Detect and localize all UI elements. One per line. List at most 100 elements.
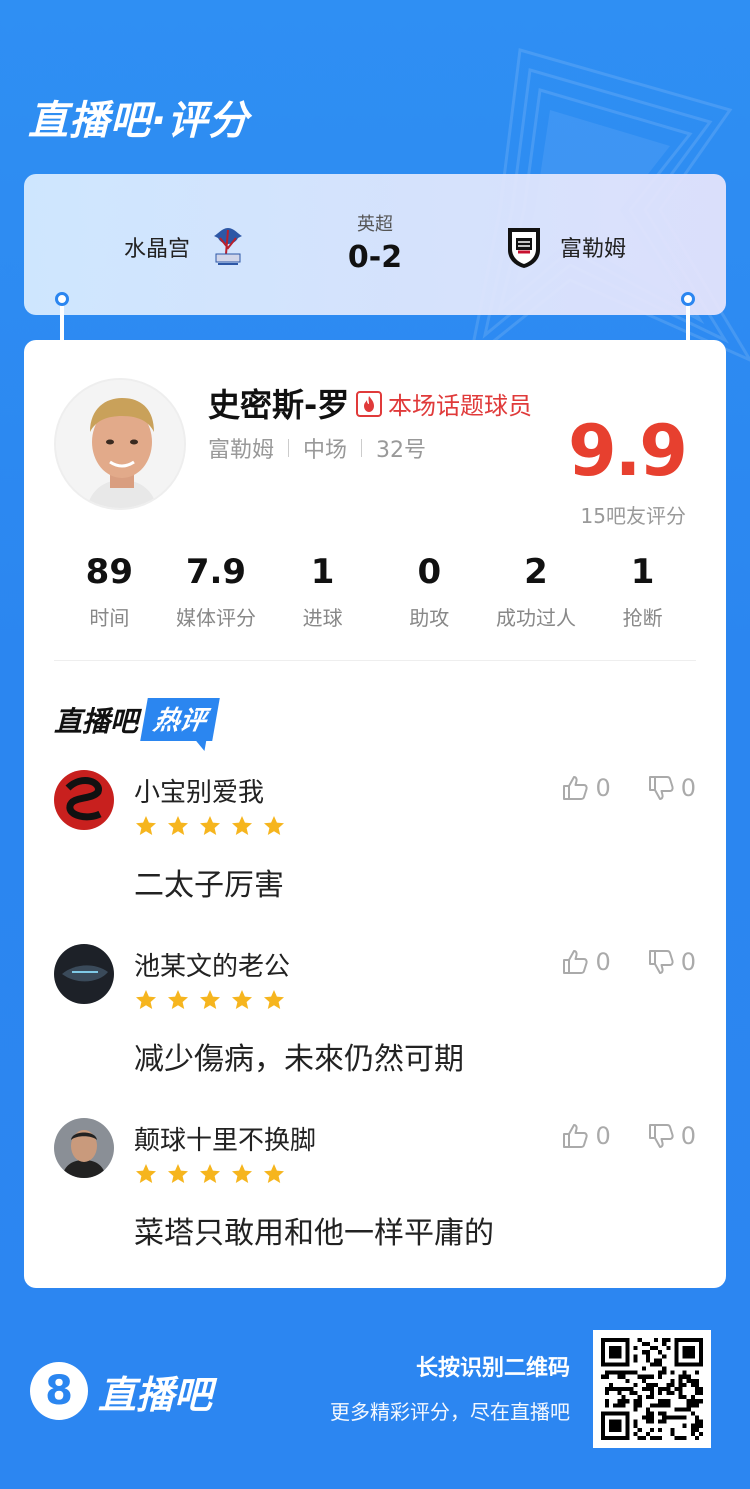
- thumb-up-icon: [563, 1124, 589, 1148]
- stat-item: 89 时间: [56, 552, 163, 631]
- fulham-crest-icon: [508, 228, 540, 268]
- stat-label: 媒体评分: [175, 606, 256, 630]
- commenter-avatar[interactable]: [54, 770, 114, 830]
- commenter-name[interactable]: 颠球十里不换脚: [134, 1120, 316, 1157]
- stat-label: 助攻: [409, 606, 450, 630]
- promo-text: 更多精彩评分，尽在直播吧: [330, 1400, 570, 1424]
- away-team: 富勒姆: [504, 224, 626, 270]
- star-icon: [264, 990, 284, 1009]
- topic-badge-label: 本场话题球员: [388, 392, 532, 420]
- like-count: 0: [595, 1122, 611, 1150]
- star-icon: [200, 990, 220, 1009]
- dislike-count: 0: [680, 948, 696, 976]
- qr-code[interactable]: [593, 1330, 711, 1448]
- comment-stars: [134, 814, 286, 838]
- star-icon: [200, 816, 220, 835]
- avatar-image-icon: [54, 770, 114, 830]
- fire-icon: [356, 390, 382, 417]
- comment-actions: 0 0: [561, 948, 696, 976]
- like-button[interactable]: 0: [561, 774, 611, 802]
- thumb-down-icon: [648, 1124, 674, 1148]
- comment-text: 减少傷病，未來仍然可期: [134, 1042, 464, 1077]
- away-team-name: 富勒姆: [560, 237, 627, 262]
- section-divider: [54, 660, 696, 661]
- stat-item: 7.9 媒体评分: [163, 552, 270, 631]
- thumb-up-icon: [563, 950, 589, 974]
- stat-label: 进球: [302, 606, 343, 630]
- match-card: 水晶宫 英超 0-2 富勒姆: [24, 174, 726, 315]
- hot-comments-title: 直播吧: [54, 704, 139, 738]
- hot-comments-tag: 热评: [140, 698, 220, 741]
- qr-code-icon: [601, 1338, 703, 1440]
- star-icon: [136, 990, 156, 1009]
- stat-label: 成功过人: [495, 606, 576, 630]
- connector-dot: [681, 292, 695, 306]
- dislike-button[interactable]: 0: [647, 1122, 696, 1150]
- thumb-up-icon: [563, 776, 589, 800]
- star-icon: [232, 816, 252, 835]
- comment-text: 菜塔只敢用和他一样平庸的: [134, 1216, 494, 1251]
- commenter-name[interactable]: 池某文的老公: [134, 946, 290, 983]
- avatar-image-icon: [54, 1118, 114, 1178]
- stat-value: 1: [630, 552, 655, 592]
- dislike-button[interactable]: 0: [647, 948, 696, 976]
- player-photo-icon: [56, 380, 184, 508]
- player-team: 富勒姆: [208, 438, 275, 463]
- comment-text: 二太子厉害: [134, 868, 284, 903]
- dislike-button[interactable]: 0: [647, 774, 696, 802]
- star-icon: [264, 1164, 284, 1183]
- stat-value: 1: [310, 552, 335, 592]
- star-icon: [136, 1164, 156, 1183]
- dislike-count: 0: [680, 774, 696, 802]
- star-icon: [232, 990, 252, 1009]
- star-icon: [232, 1164, 252, 1183]
- stat-label: 时间: [89, 606, 130, 630]
- stat-label: 抢断: [622, 606, 663, 630]
- footer-brand-logo: 8 直播吧: [30, 1362, 212, 1420]
- star-icon: [168, 1164, 188, 1183]
- avatar-image-icon: [54, 944, 114, 1004]
- like-count: 0: [595, 774, 611, 802]
- star-icon: [136, 816, 156, 835]
- fan-rating: 9.9: [567, 410, 688, 492]
- like-button[interactable]: 0: [561, 948, 611, 976]
- stat-item: 1 进球: [269, 552, 376, 631]
- connector-dot: [55, 292, 69, 306]
- player-rating-card: 史密斯-罗 本场话题球员 富勒姆 中场 32号 9.9 15吧友评分 89 时间…: [24, 340, 726, 1288]
- comment-stars: [134, 1162, 286, 1186]
- dislike-count: 0: [680, 1122, 696, 1150]
- like-button[interactable]: 0: [561, 1122, 611, 1150]
- comment-actions: 0 0: [561, 1122, 696, 1150]
- stat-item: 0 助攻: [376, 552, 483, 631]
- player-name: 史密斯-罗: [208, 386, 350, 424]
- brand-mark-icon: 8: [30, 1362, 88, 1420]
- footer-promo: 长按识别二维码 更多精彩评分，尽在直播吧: [330, 1350, 570, 1425]
- qr-hint: 长按识别二维码: [415, 1356, 570, 1381]
- stat-item: 2 成功过人: [483, 552, 590, 631]
- like-count: 0: [595, 948, 611, 976]
- commenter-avatar[interactable]: [54, 1118, 114, 1178]
- meta-divider: [288, 439, 290, 457]
- star-icon: [264, 816, 284, 835]
- star-icon: [168, 816, 188, 835]
- thumb-down-icon: [648, 776, 674, 800]
- star-icon: [200, 1164, 220, 1183]
- stat-value: 2: [524, 552, 548, 592]
- stat-value: 89: [85, 552, 133, 592]
- brand-name: 直播吧: [98, 1372, 213, 1417]
- player-meta: 富勒姆 中场 32号: [208, 432, 426, 464]
- topic-player-badge: 本场话题球员: [356, 386, 532, 421]
- comment-item: 小宝别爱我 二太子厉害 0 0: [54, 770, 696, 910]
- comment-item: 池某文的老公 减少傷病，未來仍然可期 0 0: [54, 944, 696, 1084]
- stat-value: 0: [417, 552, 442, 592]
- stat-value: 7.9: [185, 552, 247, 592]
- page-title: 直播吧·评分: [28, 98, 250, 144]
- commenter-name[interactable]: 小宝别爱我: [134, 772, 264, 809]
- player-stats: 89 时间 7.9 媒体评分 1 进球 0 助攻 2 成功过人 1 抢断: [56, 552, 696, 631]
- player-number: 32号: [376, 438, 427, 463]
- stat-item: 1 抢断: [589, 552, 696, 631]
- comment-actions: 0 0: [561, 774, 696, 802]
- hot-comments-heading: 直播吧 热评: [54, 698, 220, 741]
- star-icon: [168, 990, 188, 1009]
- commenter-avatar[interactable]: [54, 944, 114, 1004]
